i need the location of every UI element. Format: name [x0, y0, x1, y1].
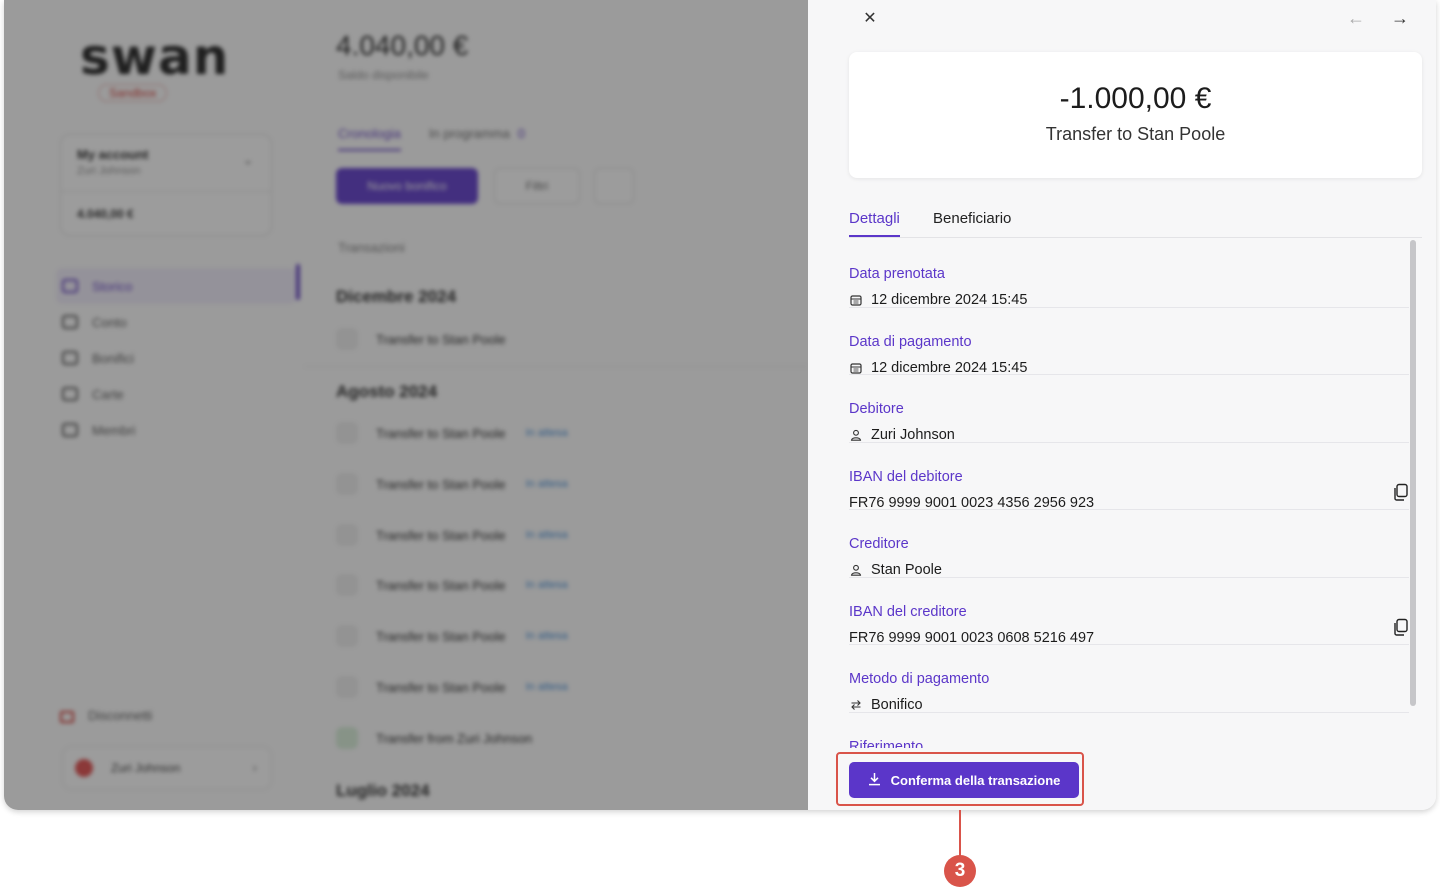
step-badge: 3 [944, 855, 976, 887]
arrow-right-icon[interactable]: → [1390, 8, 1410, 28]
scrollbar-thumb[interactable] [1410, 240, 1416, 706]
detail-value: Zuri Johnson [849, 427, 955, 443]
detail-value-text: Stan Poole [871, 562, 942, 578]
detail-row: Riferimento [849, 713, 1409, 749]
amount-card: -1.000,00 € Transfer to Stan Poole [849, 52, 1422, 178]
swap-icon [849, 699, 862, 712]
detail-label: Riferimento [849, 738, 924, 749]
detail-label: Metodo di pagamento [849, 671, 990, 687]
detail-row: IBAN del creditore FR76 9999 9001 0023 0… [849, 578, 1409, 646]
copy-icon[interactable] [1393, 483, 1409, 501]
user-icon [849, 429, 862, 442]
scrollbar[interactable] [1408, 240, 1418, 800]
detail-label: Data prenotata [849, 266, 945, 282]
detail-value: 12 dicembre 2024 15:45 [849, 360, 1027, 376]
calendar-icon [849, 361, 862, 374]
modal-overlay[interactable] [4, 0, 808, 810]
detail-row: Data prenotata 12 dicembre 2024 15:45 [849, 240, 1409, 308]
callout-line [959, 810, 961, 856]
detail-label: IBAN del creditore [849, 603, 967, 620]
detail-value: 12 dicembre 2024 15:45 [849, 292, 1027, 308]
transaction-title: Transfer to Stan Poole [1045, 124, 1226, 144]
app-window: swan Sandbox My account Zuri Johnson ⌄ 4… [4, 0, 1436, 810]
detail-row: Data di pagamento 12 dicembre 2024 15:45 [849, 308, 1409, 376]
tab-details[interactable]: Dettagli [849, 210, 900, 237]
detail-row: IBAN del debitore FR76 9999 9001 0023 43… [849, 443, 1409, 511]
detail-value: Stan Poole [849, 562, 942, 578]
detail-row: Metodo di pagamento Bonifico [849, 645, 1409, 713]
user-icon [849, 564, 862, 577]
highlight-box [836, 752, 1084, 806]
detail-value-text: Zuri Johnson [871, 427, 955, 443]
detail-label: Data di pagamento [849, 333, 972, 350]
tab-beneficiary[interactable]: Beneficiario [933, 210, 1011, 235]
detail-row: Creditore Stan Poole [849, 510, 1409, 578]
detail-label: Debitore [849, 401, 904, 417]
close-icon[interactable]: ✕ [860, 8, 880, 28]
detail-label: IBAN del debitore [849, 468, 963, 485]
detail-value: FR76 9999 9001 0023 0608 5216 497 [849, 629, 1095, 646]
details-list: Data prenotata 12 dicembre 2024 15:45 Da… [849, 240, 1409, 748]
detail-value: FR76 9999 9001 0023 4356 2956 923 [849, 494, 1095, 511]
detail-row: Debitore Zuri Johnson [849, 375, 1409, 443]
calendar-icon [849, 294, 862, 307]
transaction-detail-panel: ✕ ← → -1.000,00 € Transfer to Stan Poole… [808, 0, 1436, 810]
arrow-left-icon[interactable]: ← [1346, 8, 1366, 28]
detail-tabs: Dettagli Beneficiario [849, 208, 1422, 238]
transaction-amount: -1.000,00 € [1059, 82, 1212, 115]
detail-value: Bonifico [849, 697, 923, 713]
detail-value-text: Bonifico [871, 697, 923, 713]
detail-label: Creditore [849, 536, 909, 552]
detail-value-text: 12 dicembre 2024 15:45 [871, 292, 1028, 308]
copy-icon[interactable] [1393, 618, 1409, 636]
detail-value-text: 12 dicembre 2024 15:45 [871, 359, 1028, 376]
